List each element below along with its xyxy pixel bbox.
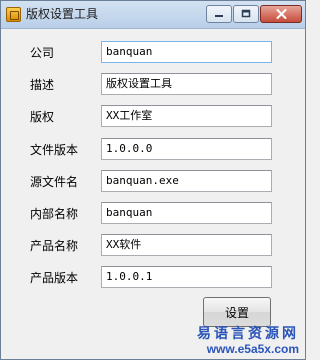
- watermark-url: www.e5a5x.com: [206, 342, 299, 356]
- description-label: 描述: [30, 78, 55, 92]
- product-version-label: 产品版本: [30, 271, 79, 285]
- app-window: 版权设置工具 公司 banquan 描述 版权设置工具 版权 XX工作室 文件版…: [0, 0, 306, 360]
- file-version-input[interactable]: 1.0.0.0: [101, 138, 272, 160]
- apply-settings-button[interactable]: 设置: [203, 297, 271, 327]
- file-version-label: 文件版本: [30, 143, 79, 157]
- product-version-input[interactable]: 1.0.0.1: [101, 266, 272, 288]
- maximize-icon: [241, 9, 251, 18]
- watermark: 易语言资源网 www.e5a5x.com: [197, 326, 299, 356]
- close-icon: [276, 9, 286, 19]
- original-filename-label: 源文件名: [30, 175, 79, 189]
- description-input[interactable]: 版权设置工具: [101, 73, 272, 95]
- close-button[interactable]: [260, 5, 302, 23]
- original-filename-input[interactable]: banquan.exe: [101, 170, 272, 192]
- product-name-label: 产品名称: [30, 239, 79, 253]
- company-label: 公司: [30, 46, 55, 60]
- minimize-button[interactable]: [206, 5, 232, 23]
- copyright-input[interactable]: XX工作室: [101, 105, 272, 127]
- internal-name-label: 内部名称: [30, 207, 79, 221]
- product-name-input[interactable]: XX软件: [101, 234, 272, 256]
- maximize-button[interactable]: [233, 5, 259, 23]
- app-icon: [6, 7, 21, 22]
- company-input[interactable]: banquan: [101, 41, 272, 63]
- title-bar[interactable]: 版权设置工具: [1, 1, 305, 29]
- internal-name-input[interactable]: banquan: [101, 202, 272, 224]
- window-title: 版权设置工具: [26, 7, 99, 21]
- copyright-label: 版权: [30, 110, 55, 124]
- minimize-icon: [215, 15, 223, 17]
- watermark-site-name: 易语言资源网: [197, 326, 299, 342]
